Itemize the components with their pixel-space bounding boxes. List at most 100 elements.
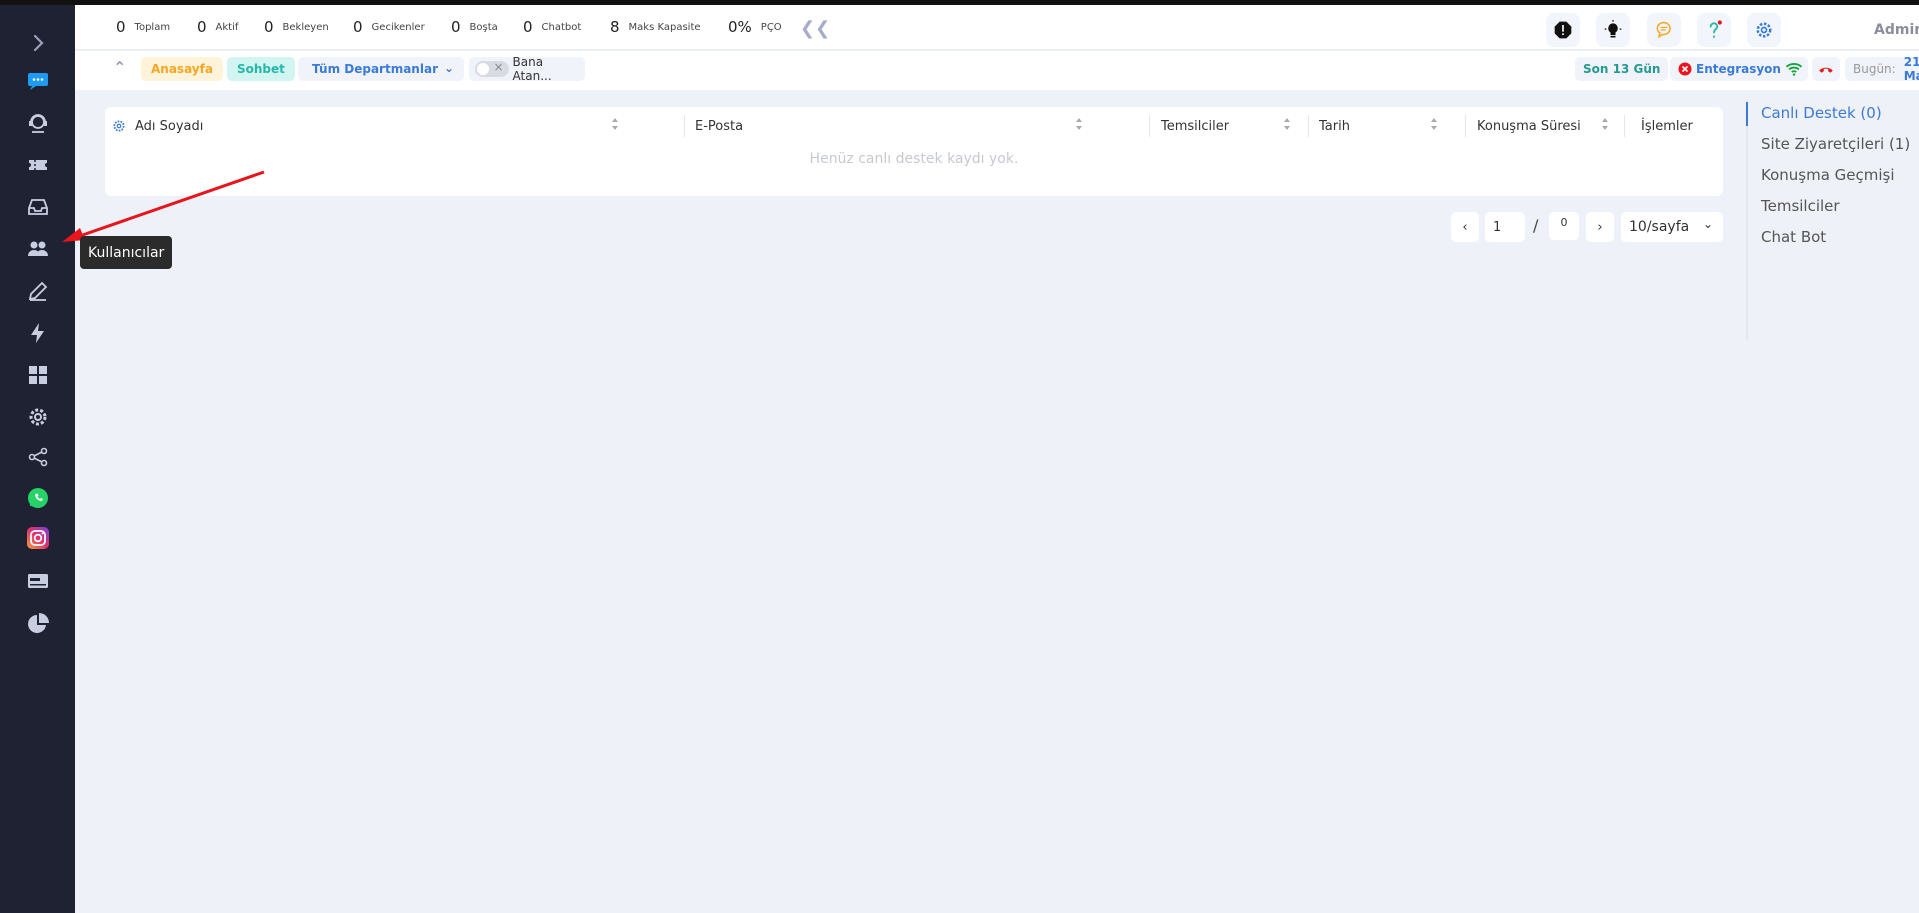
reports-pie-icon[interactable] — [22, 608, 54, 640]
stat-value: 0 — [264, 18, 274, 36]
live-chat-icon[interactable] — [22, 65, 54, 97]
settings-icon[interactable] — [1747, 13, 1781, 47]
stat-value: 0 — [451, 18, 461, 36]
chevron-down-icon: ⌄ — [443, 61, 454, 75]
collapse-stats-icon[interactable]: ❮❮ — [800, 18, 830, 39]
assigned-to-me-toggle[interactable]: Bana Atan... — [469, 55, 585, 83]
stat-label: Chatbot — [541, 21, 582, 33]
nav-live-support[interactable]: Canlı Destek (0) — [1761, 104, 1882, 122]
support-agent-icon[interactable] — [22, 107, 54, 139]
home-tag[interactable]: Anasayfa — [141, 57, 223, 81]
edit-notes-icon[interactable] — [22, 275, 54, 307]
stat-label: PÇO — [760, 21, 782, 33]
stat-value: 0% — [728, 18, 752, 36]
instagram-icon[interactable] — [22, 522, 54, 554]
phone-status-icon[interactable] — [1812, 57, 1840, 81]
column-header-name[interactable]: Adı Soyadı — [135, 115, 203, 137]
ticket-icon[interactable] — [22, 149, 54, 181]
column-divider — [1465, 115, 1466, 137]
column-header-agents[interactable]: Temsilciler — [1161, 115, 1229, 137]
chevron-down-icon: ⌄ — [1702, 217, 1713, 231]
stat-value: 0 — [116, 18, 126, 36]
page-size-select[interactable]: 10/sayfa ⌄ — [1621, 212, 1723, 242]
stat-label: Bekleyen — [282, 21, 329, 33]
department-select-value: Tüm Departmanlar — [312, 62, 438, 76]
stat-total: 0 Toplam — [107, 13, 180, 41]
stat-value: 0 — [353, 18, 363, 36]
settings-gear-icon[interactable] — [22, 401, 54, 433]
active-indicator — [1746, 102, 1748, 126]
today-date: Bugün: 21 Mar — [1845, 55, 1919, 83]
alert-icon[interactable] — [1546, 13, 1580, 47]
stat-label: Maks Kapasite — [628, 21, 701, 33]
nav-chat-history[interactable]: Konuşma Geçmişi — [1761, 166, 1895, 184]
stat-delayed: 0 Gecikenler — [344, 13, 434, 41]
sort-icon[interactable] — [1429, 116, 1439, 132]
column-divider — [1624, 115, 1625, 137]
column-header-email[interactable]: E-Posta — [695, 115, 743, 137]
column-divider — [1149, 115, 1150, 137]
theme-bulb-icon[interactable] — [1596, 13, 1630, 47]
tooltip: Kullanıcılar — [80, 236, 173, 269]
stat-label: Toplam — [134, 21, 171, 33]
column-header-duration[interactable]: Konuşma Süresi — [1477, 115, 1581, 137]
prev-page-button[interactable]: ‹ — [1451, 212, 1479, 242]
stat-active: 0 Aktif — [188, 13, 248, 41]
page-number-input[interactable]: 1 — [1485, 212, 1525, 242]
stat-label: Gecikenler — [371, 21, 425, 33]
sort-icon[interactable] — [1074, 116, 1084, 132]
automation-bolt-icon[interactable] — [22, 317, 54, 349]
stat-value: 8 — [610, 18, 620, 36]
stat-value: 0 — [523, 18, 533, 36]
next-page-button[interactable]: › — [1586, 212, 1614, 242]
chat-tag[interactable]: Sohbet — [227, 57, 295, 81]
department-select[interactable]: Tüm Departmanlar ⌄ — [298, 57, 464, 81]
sort-icon[interactable] — [610, 116, 620, 132]
column-header-date[interactable]: Tarih — [1319, 115, 1350, 137]
today-date-value: 21 Mar — [1903, 55, 1919, 83]
whatsapp-icon[interactable] — [22, 482, 54, 514]
sidebar — [0, 5, 75, 913]
stat-label: Aktif — [215, 21, 239, 33]
stats-header: 0 Toplam 0 Aktif 0 Bekleyen 0 Gecikenler 0 Bo… — [75, 5, 1919, 50]
card-screen-icon[interactable] — [22, 565, 54, 597]
filter-toolbar: ⌃ Anasayfa Sohbet Tüm Departmanlar ⌄ Ban… — [75, 51, 1919, 90]
stat-label: Boşta — [469, 21, 498, 33]
users-icon[interactable] — [22, 233, 54, 265]
total-pages: 0 — [1549, 212, 1579, 240]
column-divider — [1308, 115, 1309, 137]
annotation-arrow — [62, 170, 265, 242]
expand-chevron-icon[interactable] — [22, 27, 54, 59]
error-x-icon — [1678, 62, 1692, 76]
stat-value: 0 — [197, 18, 207, 36]
page-separator: / — [1533, 216, 1539, 235]
stat-pco: 0% PÇO — [719, 13, 791, 41]
admin-name[interactable]: Admin — [1874, 22, 1919, 38]
collapse-up-chevron-icon[interactable]: ⌃ — [113, 58, 126, 77]
wifi-status-icon[interactable] — [1780, 57, 1808, 81]
inbox-icon[interactable] — [22, 191, 54, 223]
assigned-toggle-label: Bana Atan... — [512, 55, 552, 83]
column-settings-icon[interactable] — [112, 115, 126, 137]
help-question-icon[interactable] — [1697, 13, 1731, 47]
page-size-value: 10/sayfa — [1629, 219, 1690, 235]
sort-icon[interactable] — [1600, 116, 1610, 132]
toggle-switch[interactable] — [475, 60, 509, 77]
column-header-actions: İşlemler — [1641, 118, 1693, 134]
stat-max-capacity: 8 Maks Kapasite — [601, 13, 710, 41]
nav-agents[interactable]: Temsilciler — [1761, 197, 1840, 215]
nav-chat-bot[interactable]: Chat Bot — [1761, 228, 1826, 246]
column-divider — [684, 115, 685, 137]
share-icon[interactable] — [22, 441, 54, 473]
empty-state-text: Henüz canlı destek kaydı yok. — [809, 151, 1019, 167]
period-filter[interactable]: Son 13 Gün — [1575, 57, 1669, 81]
integration-label: Entegrasyon — [1696, 62, 1781, 76]
feedback-chat-icon[interactable] — [1647, 13, 1681, 47]
today-label: Bugün: — [1853, 62, 1896, 76]
sort-icon[interactable] — [1282, 116, 1292, 132]
integration-status[interactable]: Entegrasyon — [1670, 57, 1789, 81]
live-support-table: Adı Soyadı E-Posta Temsilciler Tarih Kon… — [105, 107, 1723, 196]
stat-waiting: 0 Bekleyen — [255, 13, 338, 41]
dashboard-grid-icon[interactable] — [22, 359, 54, 391]
nav-site-visitors[interactable]: Site Ziyaretçileri (1) — [1761, 135, 1910, 153]
